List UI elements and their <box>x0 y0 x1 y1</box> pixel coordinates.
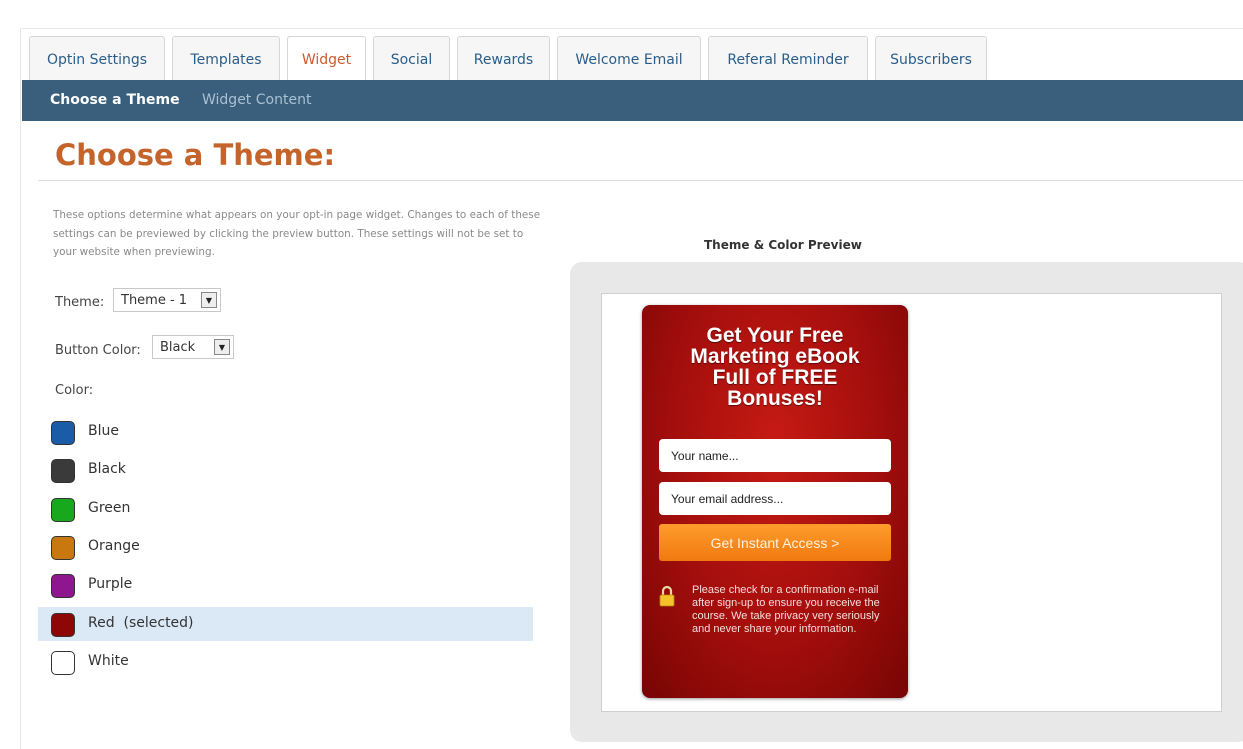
color-name: Purple <box>88 576 133 592</box>
color-swatch <box>51 574 75 598</box>
color-option-green[interactable]: Green <box>38 492 533 526</box>
optin-widget-preview: Get Your Free Marketing eBook Full of FR… <box>642 305 908 698</box>
color-swatch <box>51 421 75 445</box>
color-name: Red (selected) <box>88 615 194 631</box>
main-tabs: Optin Settings Templates Widget Social R… <box>22 28 1243 82</box>
chevron-down-icon[interactable]: ▼ <box>201 292 217 308</box>
button-color-select-value: Black <box>160 339 196 355</box>
color-swatch <box>51 459 75 483</box>
sub-navigation: Choose a Theme Widget Content <box>22 80 1243 121</box>
tab-subscribers[interactable]: Subscribers <box>875 36 987 82</box>
theme-label: Theme: <box>55 295 105 310</box>
color-name: Black <box>88 461 126 477</box>
tab-social[interactable]: Social <box>373 36 450 82</box>
color-option-red[interactable]: Red (selected) <box>38 607 533 641</box>
theme-select[interactable]: Theme - 1 ▼ <box>113 288 221 312</box>
page-description: These options determine what appears on … <box>53 209 541 258</box>
subnav-widget-content[interactable]: Widget Content <box>202 92 311 108</box>
page-title: Choose a Theme: <box>55 138 336 172</box>
color-swatch <box>51 498 75 522</box>
button-color-label: Button Color: <box>55 343 141 358</box>
tab-referal-reminder[interactable]: Referal Reminder <box>708 36 868 82</box>
color-swatch <box>51 536 75 560</box>
lock-icon <box>659 585 675 607</box>
color-option-orange[interactable]: Orange <box>38 530 533 564</box>
tab-optin-settings[interactable]: Optin Settings <box>29 36 165 82</box>
widget-headline-line: Full of FREE <box>712 366 838 389</box>
color-option-blue[interactable]: Blue <box>38 415 533 449</box>
widget-headline-line: Get Your Free <box>706 324 844 347</box>
color-option-white[interactable]: White <box>38 645 533 679</box>
widget-email-input[interactable]: Your email address... <box>659 482 891 515</box>
chevron-down-icon[interactable]: ▼ <box>214 339 230 355</box>
color-swatch <box>51 651 75 675</box>
color-swatch <box>51 613 75 637</box>
widget-privacy-note: Please check for a confirmation e-mail a… <box>692 584 880 635</box>
title-divider <box>38 180 1243 181</box>
widget-name-input[interactable]: Your name... <box>659 439 891 472</box>
tab-widget[interactable]: Widget <box>287 36 366 82</box>
tab-templates[interactable]: Templates <box>172 36 280 82</box>
color-option-purple[interactable]: Purple <box>38 568 533 602</box>
color-label: Color: <box>55 383 94 398</box>
color-name: Green <box>88 500 131 516</box>
widget-headline-line: Bonuses! <box>727 387 823 410</box>
button-color-select[interactable]: Black ▼ <box>152 335 234 359</box>
color-name: Orange <box>88 538 140 554</box>
color-option-black[interactable]: Black <box>38 453 533 487</box>
widget-headline-line: Marketing eBook <box>690 345 860 368</box>
tab-rewards[interactable]: Rewards <box>457 36 550 82</box>
widget-headline: Get Your Free Marketing eBook Full of FR… <box>642 325 908 409</box>
preview-title: Theme & Color Preview <box>704 238 862 252</box>
color-name: White <box>88 653 129 669</box>
subnav-choose-theme[interactable]: Choose a Theme <box>50 92 180 108</box>
widget-get-access-button[interactable]: Get Instant Access > <box>659 524 891 561</box>
color-name: Blue <box>88 423 119 439</box>
theme-select-value: Theme - 1 <box>121 292 188 308</box>
tab-welcome-email[interactable]: Welcome Email <box>557 36 701 82</box>
page-left-border <box>20 28 21 749</box>
